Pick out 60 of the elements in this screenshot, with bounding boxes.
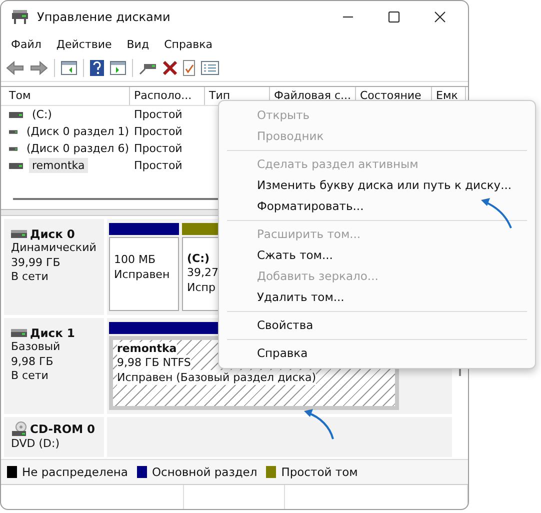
partition-info: Исправен (Базовый раздел диска) (117, 370, 316, 385)
connect-icon[interactable] (139, 61, 157, 75)
back-arrow-icon[interactable] (6, 61, 24, 75)
table-cell-text: (C:) (31, 107, 53, 122)
maximize-icon[interactable] (388, 11, 400, 23)
legend-label: Не распределена (22, 465, 128, 479)
legend-label: Основной раздел (152, 465, 258, 479)
context-menu-item[interactable]: Свойства (219, 315, 535, 336)
menu-item[interactable]: Справка (164, 38, 213, 50)
context-menu-item[interactable]: Сжать том... (219, 245, 535, 266)
checklist-icon[interactable] (183, 60, 195, 76)
context-menu-item[interactable]: Изменить букву диска или путь к диску... (219, 175, 535, 196)
partition-name: (C:) (187, 252, 210, 265)
drive-icon (9, 128, 18, 134)
drive-icon (11, 229, 27, 239)
table-cell-text: Простой (133, 159, 184, 172)
legend-label: Простой том (281, 465, 358, 479)
disk-name: Диск 0 (30, 227, 75, 241)
disk-type: Динамический (11, 241, 98, 256)
menu-item[interactable]: Действие (56, 38, 112, 50)
disk-type: DVD (D:) (11, 437, 61, 452)
drive-icon (9, 146, 18, 152)
disk-status: В сети (11, 270, 50, 284)
context-menu-item[interactable]: Форматировать... (219, 196, 535, 217)
panel-icon[interactable] (110, 61, 126, 75)
partition-info: 9,98 ГБ NTFS (117, 355, 191, 370)
help-icon[interactable] (90, 60, 104, 76)
partition-block[interactable]: 100 МБ Исправен (109, 237, 179, 311)
column-header[interactable]: Располо... (130, 87, 205, 105)
menu-item[interactable]: Файл (11, 38, 42, 50)
menu-item[interactable]: Вид (126, 38, 150, 50)
column-header[interactable]: Том (5, 87, 130, 105)
table-cell-text: (Диск 0 раздел 1) (26, 124, 130, 139)
partition-name: remontka (117, 342, 177, 355)
partition-info: 39,27 (187, 265, 218, 280)
disk-status: В сети (11, 369, 50, 384)
disk-size: 9,98 ГБ (11, 354, 54, 369)
drive-icon (9, 162, 23, 168)
drive-icon (11, 328, 27, 338)
table-cell-text: (Диск 0 раздел 6) (26, 141, 130, 156)
window-title: Управление дисками (37, 10, 170, 24)
table-cell-text: Простой (133, 142, 184, 155)
panel-icon[interactable] (61, 61, 77, 75)
table-cell-text: Простой (133, 125, 184, 138)
delete-icon[interactable] (163, 61, 177, 75)
partition-info: Испр (187, 280, 216, 295)
partition-info: Исправен (114, 267, 170, 282)
drive-icon (9, 112, 23, 118)
cd-drive-icon (11, 421, 27, 437)
disk-name: CD-ROM 0 (30, 422, 96, 436)
properties-icon[interactable] (201, 61, 219, 75)
table-cell: remontka (29, 158, 88, 173)
disk-type: Базовый (11, 340, 62, 354)
table-cell-text: Простой (133, 108, 184, 121)
close-icon[interactable] (434, 11, 446, 23)
disk-name: Диск 1 (30, 326, 75, 340)
disk-size: 39,99 ГБ (11, 256, 62, 270)
forward-arrow-icon[interactable] (30, 61, 48, 75)
context-menu-item[interactable]: Удалить том... (219, 287, 535, 308)
app-icon (11, 9, 29, 25)
